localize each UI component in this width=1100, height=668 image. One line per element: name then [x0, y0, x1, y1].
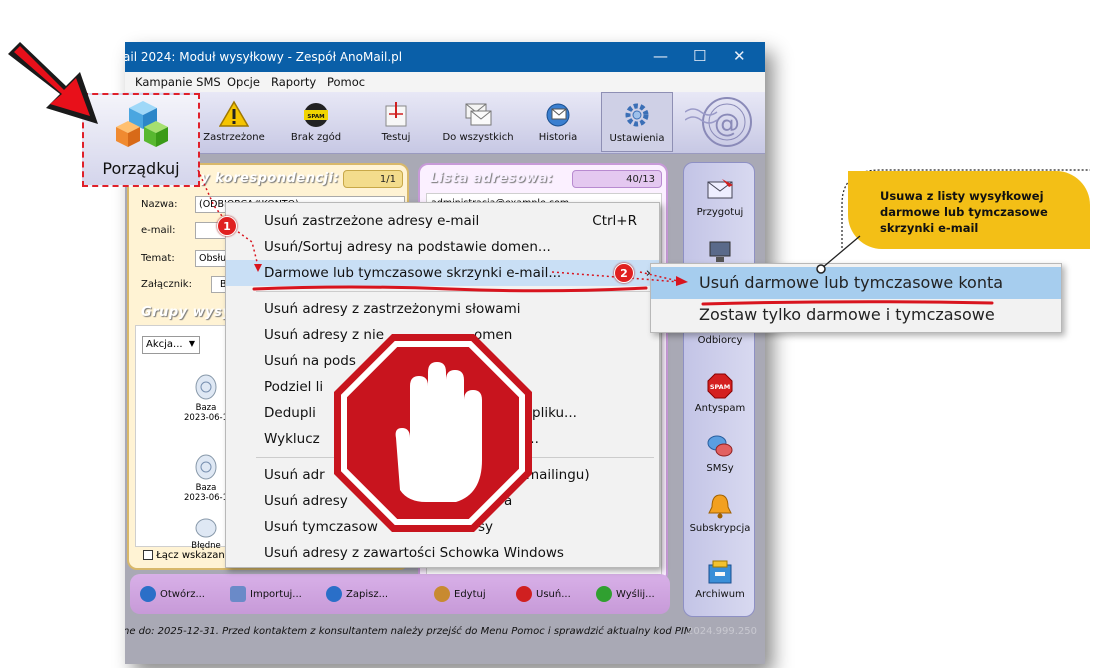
window-title: ail 2024: Moduł wysyłkowy - Zespół AnoMa…	[125, 50, 403, 64]
svg-text:@: @	[714, 109, 740, 139]
temat-label: Temat:	[141, 253, 175, 264]
usun-button[interactable]: Usuń...	[516, 586, 571, 602]
ustawienia-button[interactable]: Ustawienia	[601, 92, 673, 152]
maximize-icon[interactable]: ☐	[693, 47, 706, 65]
zastrzezone-button[interactable]: Zastrzeżone	[199, 92, 269, 152]
history-icon	[543, 100, 573, 128]
antyspam-button[interactable]: SPAM Antyspam	[684, 373, 756, 414]
chat-bubbles-icon	[705, 433, 735, 459]
subskrypcja-button[interactable]: Subskrypcja	[684, 493, 756, 534]
menu-item-zastrzezone-slowa[interactable]: Usuń adresy z zastrzeżonymi słowami	[226, 296, 659, 322]
bottom-toolbar: Otwórz... Importuj... Zapisz... Edytuj U…	[130, 574, 670, 614]
do-wszystkich-button[interactable]: Do wszystkich	[437, 92, 519, 152]
chevron-down-icon: ▼	[188, 339, 195, 348]
warning-icon	[218, 100, 250, 128]
stop-hand-icon	[330, 330, 536, 536]
envelopes-icon	[463, 100, 493, 128]
bell-icon	[705, 493, 735, 519]
toolbar: Zastrzeżone SPAM Brak zgód Testuj Do wsz…	[125, 92, 765, 154]
callout-pointer	[814, 232, 874, 276]
historia-button[interactable]: Historia	[525, 92, 591, 152]
odbiorcy-button[interactable]: Odbiorcy	[684, 335, 756, 346]
lacz-label: Łącz wskazane	[156, 550, 231, 561]
menu-item-schowek[interactable]: Usuń adresy z zawartości Schowka Windows	[226, 540, 659, 566]
svg-text:SPAM: SPAM	[710, 383, 730, 391]
archiwum-button[interactable]: Archiwum	[684, 559, 756, 600]
group-icon	[195, 454, 217, 480]
wyslij-button[interactable]: Wyślij...	[596, 586, 655, 602]
red-arrow-icon	[4, 38, 104, 130]
group-icon	[195, 518, 217, 538]
zapisz-button[interactable]: Zapisz...	[326, 586, 388, 602]
nazwa-label: Nazwa:	[141, 199, 178, 210]
spam-icon: SPAM	[705, 373, 735, 399]
save-icon	[326, 586, 342, 602]
archive-icon	[705, 559, 735, 585]
step-badge-2: 2	[614, 263, 634, 283]
brak-zgod-button[interactable]: SPAM Brak zgód	[283, 92, 349, 152]
title-bar: ail 2024: Moduł wysyłkowy - Zespół AnoMa…	[125, 42, 765, 72]
menu-pomoc[interactable]: Pomoc	[327, 75, 365, 89]
checkbox-icon	[143, 550, 153, 560]
step-badge-1: 1	[217, 216, 237, 236]
callout-text: Usuwa z listy wysyłkowej darmowe lub tym…	[880, 189, 1048, 235]
testuj-button[interactable]: Testuj	[363, 92, 429, 152]
menu-raporty[interactable]: Raporty	[271, 75, 316, 89]
status-bar: ne do: 2025-12-31. Przed kontaktem z kon…	[125, 622, 765, 644]
menu-opcje[interactable]: Opcje	[227, 75, 260, 89]
gear-icon	[622, 101, 652, 129]
otworz-button[interactable]: Otwórz...	[140, 586, 205, 602]
status-text: ne do: 2025-12-31. Przed kontaktem z kon…	[125, 626, 692, 637]
menu-bar: Kampanie SMS Opcje Raporty Pomoc	[125, 72, 765, 92]
cubes-icon	[112, 99, 174, 159]
svg-text:SPAM: SPAM	[307, 114, 324, 120]
computer-icon	[705, 239, 735, 265]
delete-icon	[516, 586, 532, 602]
version-label: 2024.999.250	[687, 626, 757, 637]
close-icon[interactable]: ✕	[733, 47, 746, 65]
edytuj-button[interactable]: Edytuj	[434, 586, 486, 602]
minimize-icon[interactable]: —	[653, 47, 668, 65]
akcje-label: Akcja...	[146, 339, 183, 350]
stamp-at-icon: @	[684, 94, 761, 150]
group-icon	[195, 374, 217, 400]
lacz-checkbox[interactable]: Łącz wskazane	[143, 550, 231, 561]
envelope-icon	[705, 177, 735, 203]
groups-title: Grupy wysył	[141, 305, 237, 320]
email-label: e-mail:	[141, 225, 176, 236]
menu-kampanie-sms[interactable]: Kampanie SMS	[135, 75, 221, 89]
zalacznik-label: Załącznik:	[141, 279, 192, 290]
submenu-underline-mark	[700, 292, 995, 306]
callout-box: Usuwa z listy wysyłkowej darmowe lub tym…	[848, 171, 1090, 249]
send-icon	[596, 586, 612, 602]
import-icon	[230, 586, 246, 602]
spam-block-icon: SPAM	[301, 100, 331, 128]
open-icon	[140, 586, 156, 602]
akcje-dropdown[interactable]: Akcja... ▼	[142, 336, 200, 354]
importuj-button[interactable]: Importuj...	[230, 586, 302, 602]
smsy-button[interactable]: SMSy	[684, 433, 756, 474]
edit-icon	[434, 586, 450, 602]
test-doc-icon	[381, 100, 411, 128]
porzadkuj-label: Porządkuj	[102, 159, 180, 178]
